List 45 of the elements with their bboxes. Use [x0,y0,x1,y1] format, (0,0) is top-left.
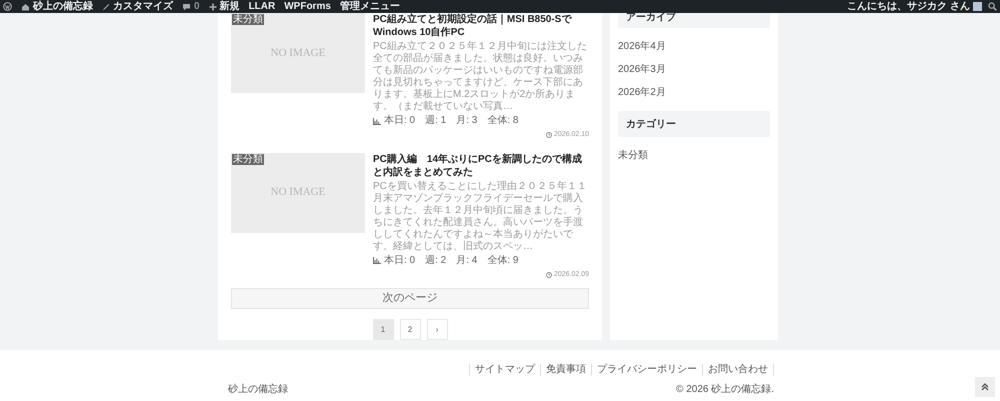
bar-chart-icon [373,257,381,264]
page-link[interactable]: 1 [372,319,394,340]
admin-bar-item[interactable]: 砂上の備忘録 [21,2,93,12]
admin-bar-item[interactable]: LLAR [248,2,276,12]
clock-icon [546,272,552,278]
admin-bar-item[interactable]: 管理メニュー [340,2,400,12]
comment-icon [182,2,191,10]
page-link[interactable]: 2 [400,319,420,340]
post-title[interactable]: PC組み立てと初期設定の話｜MSI B850-Sで Windows 10自作PC [373,13,589,39]
sidebar-link[interactable]: 2026年4月 [618,40,770,53]
footer-link[interactable]: サイトマップ [469,364,540,376]
view-stats: 本日: 0 週: 2 月: 4 全体: 9 [384,254,518,266]
post-excerpt: PC組み立て２０２５年１２月中旬には注文した全ての部品が届きました。状態は良好。いつみても新品のパッケージはいいものですね電源部分は見切れちゃってますけど、ケース下部にあります。基板上にM.2スロットが2か所あります。（まだ載せていない写真… [373,41,588,113]
category-label: 未分類 [232,154,264,164]
post-excerpt: PCを買い替えることにした理由２０２５年１１月末アマゾンブラックフライデーセールで購入しました。去年１２月中旬頃に届きました。うちにきてくれた配達員さん。高いパーツを手渡ししてくれたんですよね～本当ありがたいです。経緯としては、旧式のスペッ… [373,180,588,252]
plus-icon [208,2,217,10]
next-page-button[interactable]: 次のページ [231,288,589,309]
footer-link[interactable]: プライバシーポリシー [591,364,702,376]
search-icon[interactable] [988,2,997,11]
sidebar-link[interactable]: 2026年3月 [618,63,770,76]
brush-icon [102,2,110,10]
view-stats: 本日: 0 週: 1 月: 3 全体: 8 [384,115,518,127]
bar-chart-icon [373,118,381,124]
home-icon [21,2,30,10]
admin-bar-item[interactable]: 新規 [208,2,240,12]
post-title[interactable]: PC購入編 14年ぶりにPCを新調したので構成と内訳をまとめてみた [373,152,589,178]
admin-bar-item[interactable]: 0 [182,2,200,12]
widget-heading: カテゴリー [618,111,770,137]
back-to-top-button[interactable] [975,377,995,397]
clock-icon [546,132,552,138]
site-name: 砂上の備忘録 [228,382,288,397]
footer-link[interactable]: お問い合わせ [702,364,774,376]
chevron-up-icon [981,383,989,391]
admin-bar-item[interactable]: WPForms [284,2,331,12]
sidebar-link[interactable]: 2026年2月 [618,86,770,99]
wordpress-logo-icon [3,2,12,11]
category-label: 未分類 [232,14,264,25]
copyright: © 2026 砂上の備忘録. [676,382,774,397]
account-menu[interactable]: こんにちは、サジカク さん [847,2,982,12]
sidebar-link[interactable]: 未分類 [618,149,770,162]
page-link[interactable]: › [426,319,448,340]
avatar-icon [973,2,982,11]
wordpress-menu[interactable] [3,2,12,11]
admin-bar-item[interactable]: カスタマイズ [102,2,173,12]
footer-link[interactable]: 免責事項 [540,364,591,376]
